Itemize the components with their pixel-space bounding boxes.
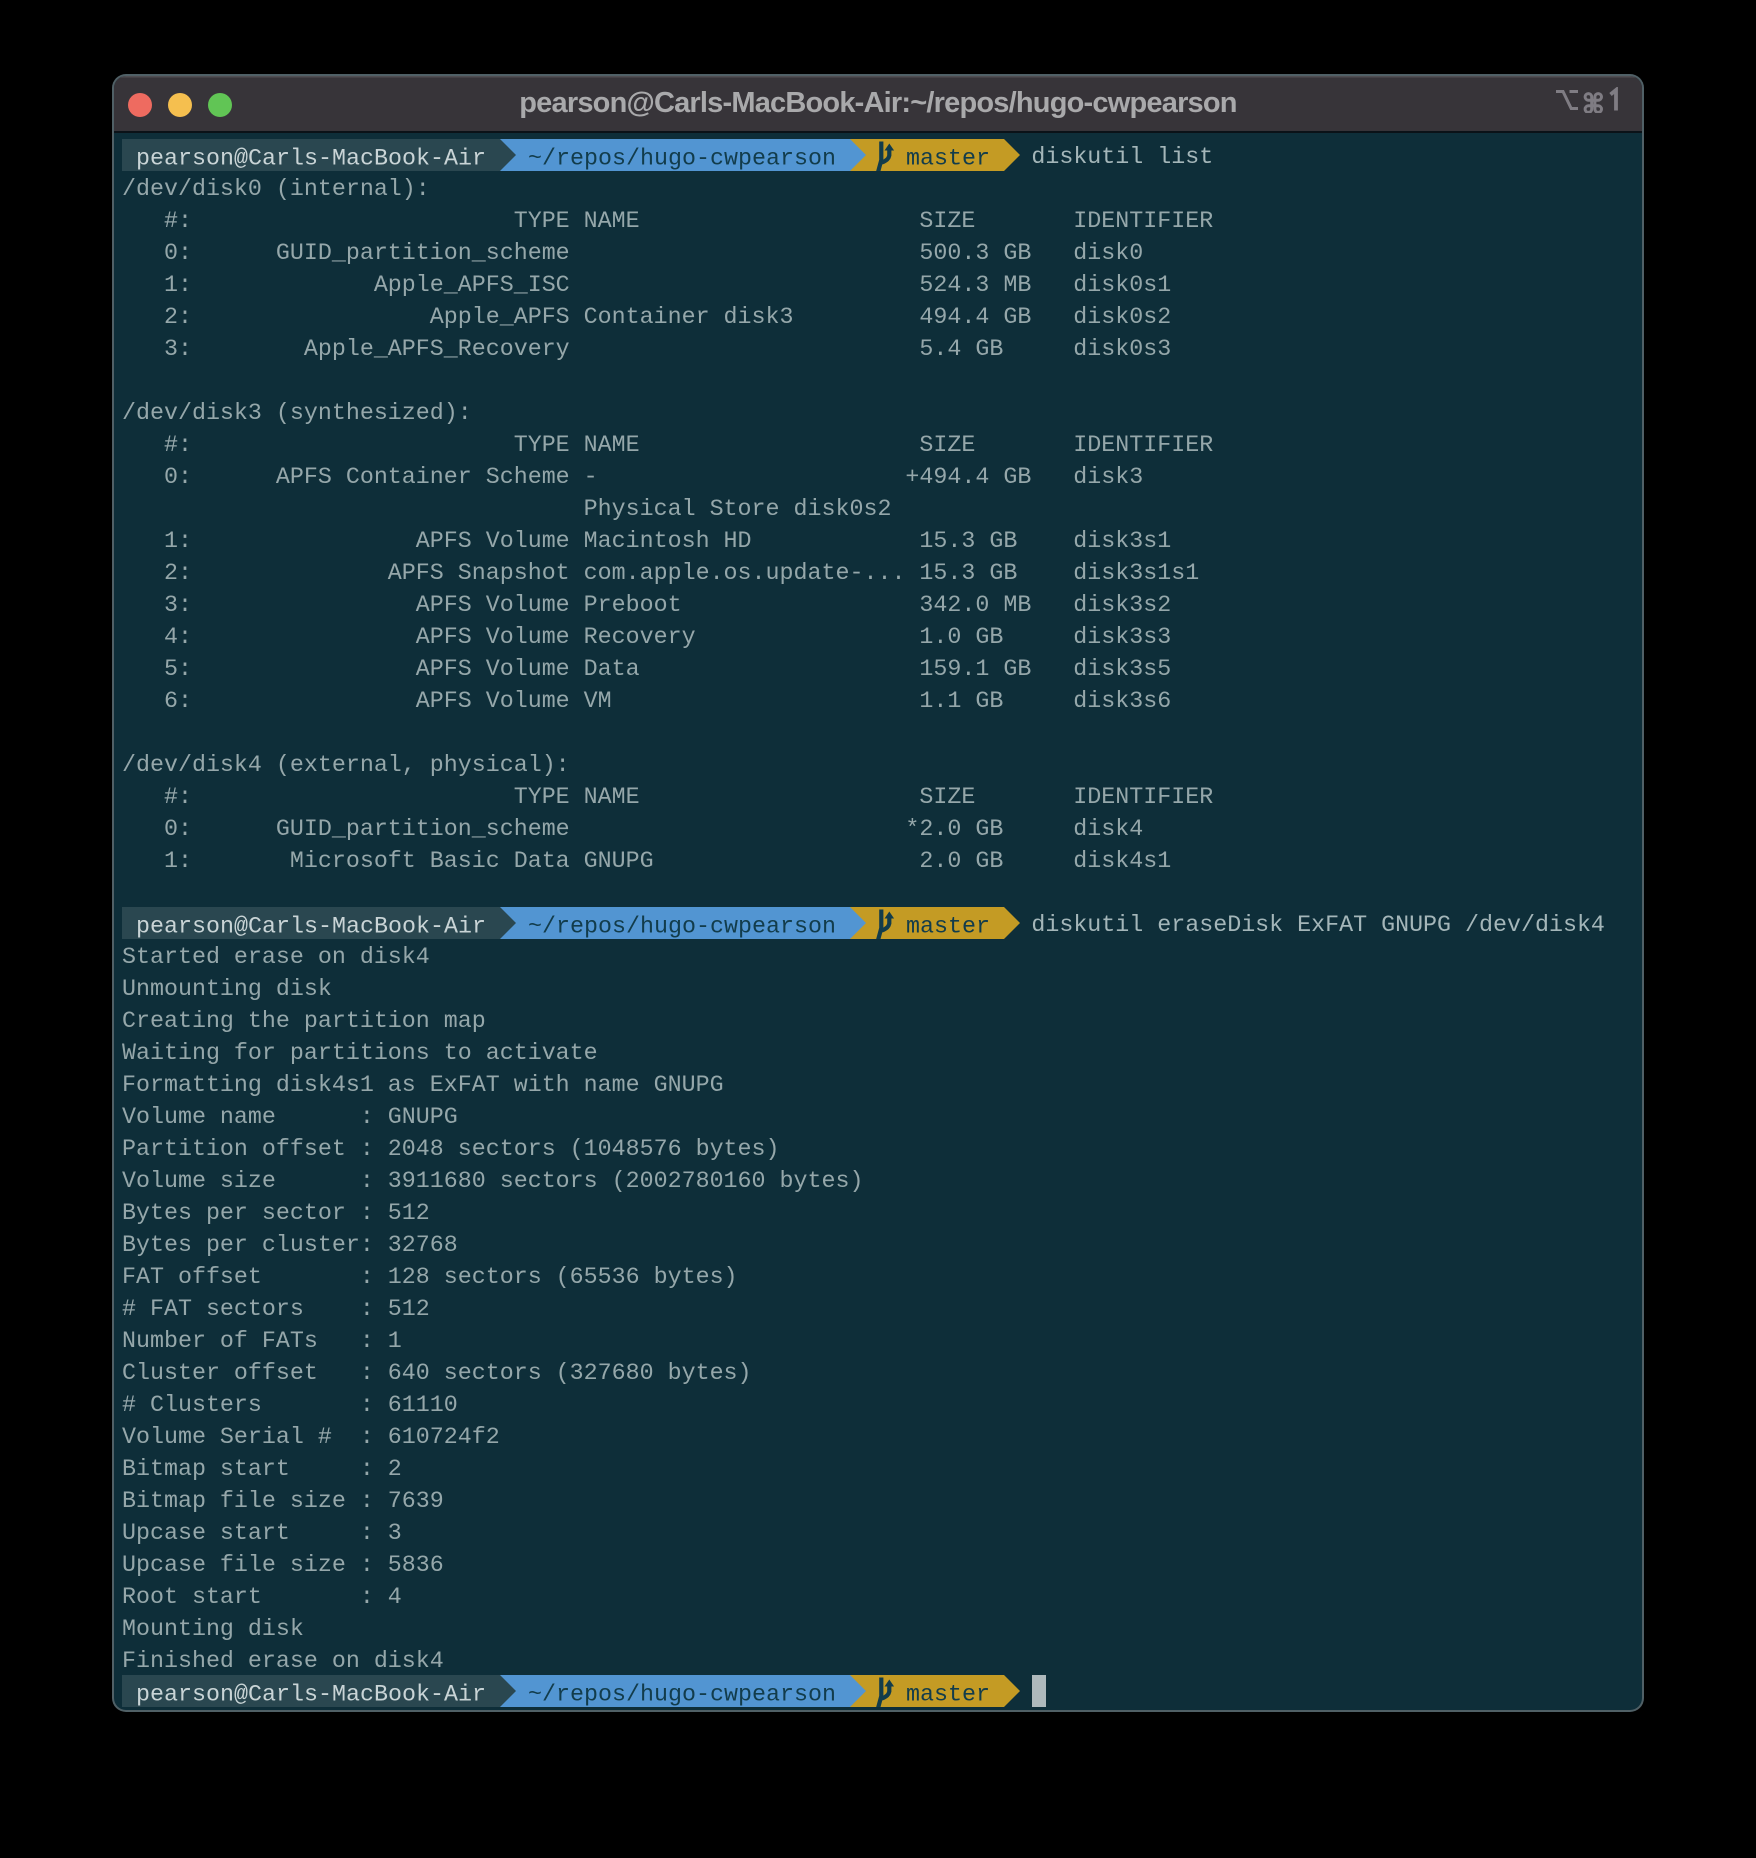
svg-text:pearson@Carls-MacBook-Air: pearson@Carls-MacBook-Air <box>136 1683 486 1708</box>
svg-text:master: master <box>906 915 990 940</box>
svg-text:pearson@Carls-MacBook-Air: pearson@Carls-MacBook-Air <box>136 147 486 172</box>
svg-text:master: master <box>906 1683 990 1708</box>
svg-text:master: master <box>906 147 990 172</box>
svg-text:~/repos/hugo-cwpearson: ~/repos/hugo-cwpearson <box>528 915 836 940</box>
svg-text:~/repos/hugo-cwpearson: ~/repos/hugo-cwpearson <box>528 147 836 172</box>
svg-text:pearson@Carls-MacBook-Air: pearson@Carls-MacBook-Air <box>136 915 486 940</box>
svg-text:~/repos/hugo-cwpearson: ~/repos/hugo-cwpearson <box>528 1683 836 1708</box>
